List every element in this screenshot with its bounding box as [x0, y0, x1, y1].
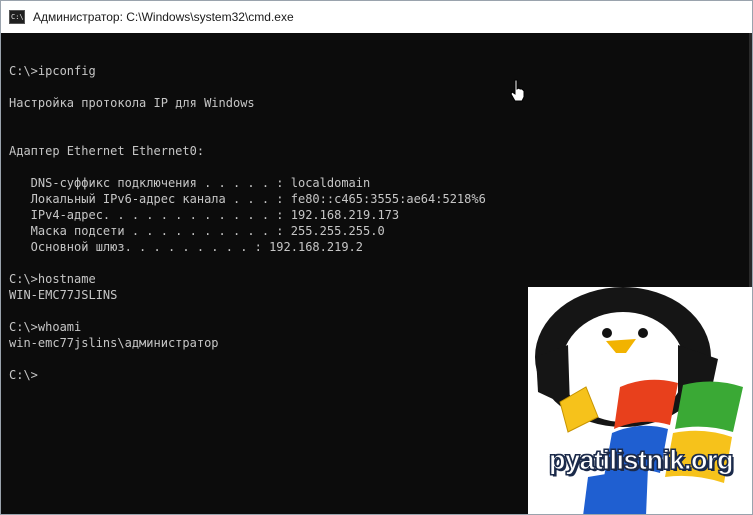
console-line: C:\>ipconfig [9, 64, 96, 78]
penguin-windows-logo-icon [535, 287, 743, 514]
cmd-icon[interactable]: C:\ [9, 10, 25, 24]
console-line: Адаптер Ethernet Ethernet0: [9, 144, 205, 158]
logo-text: pyatilistnik.org [548, 445, 734, 476]
console-output[interactable]: C:\>ipconfig Настройка протокола IP для … [9, 47, 569, 383]
console-line: Настройка протокола IP для Windows [9, 96, 255, 110]
console-line: IPv4-адрес. . . . . . . . . . . . : 192.… [9, 208, 400, 222]
site-logo: pyatilistnik.org [528, 287, 752, 514]
title-bar[interactable]: C:\ Администратор: C:\Windows\system32\c… [1, 1, 752, 33]
console-line: WIN-EMC77JSLINS [9, 288, 118, 302]
console-line: C:\> [9, 368, 38, 382]
console-line: Локальный IPv6-адрес канала . . . : fe80… [9, 192, 486, 206]
cmd-window: C:\ Администратор: C:\Windows\system32\c… [0, 0, 753, 515]
hand-cursor-icon [510, 79, 525, 102]
console-line: C:\>hostname [9, 272, 96, 286]
cmd-icon-glyph: C:\ [11, 13, 24, 21]
window-title: Администратор: C:\Windows\system32\cmd.e… [33, 10, 294, 24]
console-line: DNS-суффикс подключения . . . . . : loca… [9, 176, 371, 190]
console-line: win-emc77jslins\администратор [9, 336, 219, 350]
console-line: Маска подсети . . . . . . . . . . : 255.… [9, 224, 385, 238]
console-line: Основной шлюз. . . . . . . . . : 192.168… [9, 240, 364, 254]
console-line: C:\>whoami [9, 320, 82, 334]
